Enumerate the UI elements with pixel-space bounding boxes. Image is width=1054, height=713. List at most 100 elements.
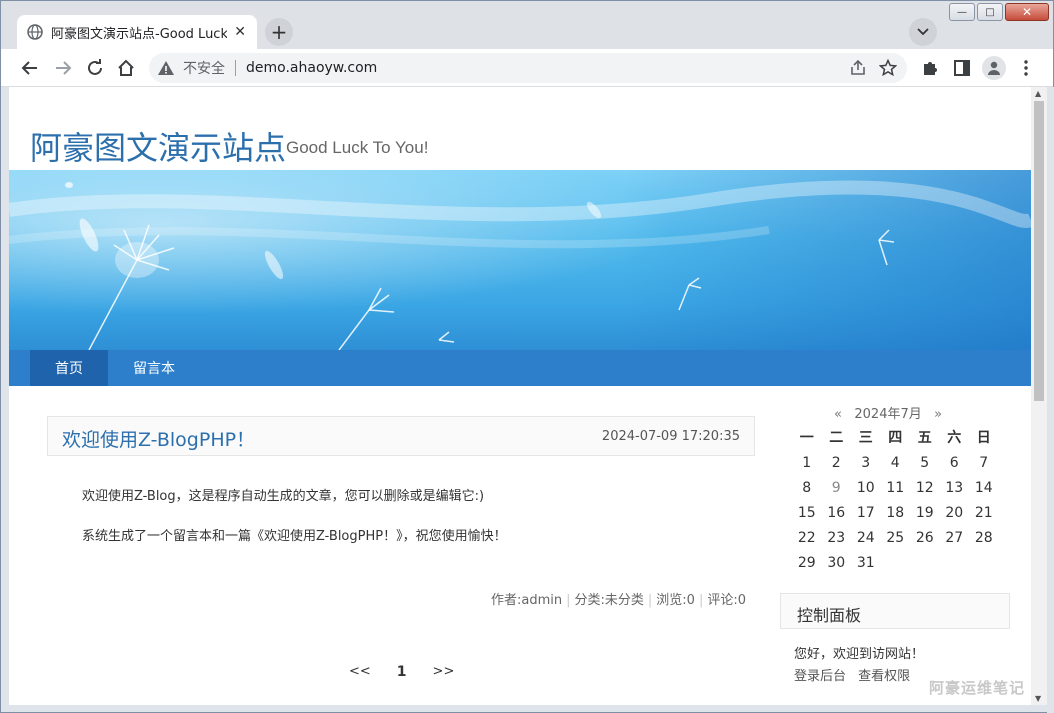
reload-button[interactable]: [82, 55, 108, 81]
address-bar[interactable]: 不安全 demo.ahaoyw.com: [149, 53, 907, 83]
globe-icon: [27, 24, 43, 40]
warning-icon[interactable]: [157, 59, 175, 77]
pager-prev[interactable]: <<: [349, 664, 371, 680]
tab-search-button[interactable]: [909, 18, 937, 46]
post-header: 欢迎使用Z-BlogPHP！ 2024-07-09 17:20:35: [47, 416, 755, 456]
person-icon: [988, 61, 1000, 75]
weekday-label: 一: [799, 430, 814, 446]
calendar-day: 27: [945, 530, 964, 546]
nav-item-home[interactable]: 首页: [30, 350, 108, 386]
tab-close-icon[interactable]: ✕: [233, 24, 247, 40]
calendar-day: 7: [979, 455, 989, 471]
post-category[interactable]: 分类:未分类: [575, 593, 644, 608]
home-button[interactable]: [113, 55, 139, 81]
weekday-label: 日: [976, 430, 991, 446]
minimize-button[interactable]: —: [949, 3, 975, 21]
control-panel-greeting: 您好，欢迎到访网站！: [794, 647, 925, 662]
calendar-day: 22: [797, 530, 816, 546]
calendar-grid: 一 二 三 四 五 六 日 1 2 3 4 5 6 7 8 9 10 11 12…: [792, 428, 999, 578]
browser-window: 阿豪图文演示站点-Good Luck To You! ✕ + — □ ✕: [0, 0, 1054, 713]
reload-icon: [88, 59, 102, 75]
divider: |: [647, 593, 653, 608]
calendar-day: [969, 553, 999, 578]
calendar-day: 12: [915, 480, 934, 496]
scrollbar-thumb[interactable]: [1034, 101, 1044, 401]
scroll-down-arrow-icon[interactable]: ▼: [1035, 694, 1041, 703]
site-header: 阿豪图文演示站点 Good Luck To You!: [9, 87, 1031, 170]
calendar-day: 6: [949, 455, 959, 471]
divider: |: [698, 593, 704, 608]
main-nav: 首页 留言本: [9, 350, 1031, 386]
calendar-day: 20: [945, 505, 964, 521]
page-scrollbar[interactable]: ▲ ▼: [1031, 87, 1047, 705]
post-paragraph: 系统生成了一个留言本和一篇《欢迎使用Z-BlogPHP！》，祝您使用愉快！: [82, 529, 507, 544]
weekday-label: 六: [947, 430, 962, 446]
maximize-button[interactable]: □: [977, 3, 1003, 21]
calendar-prev-month[interactable]: «: [834, 407, 842, 422]
calendar-day: [940, 553, 970, 578]
home-icon: [118, 59, 134, 76]
nav-item-guestbook[interactable]: 留言本: [119, 350, 189, 386]
weekday-label: 四: [888, 430, 903, 446]
pager-next[interactable]: >>: [433, 664, 455, 680]
back-button[interactable]: [17, 55, 43, 81]
header-banner: [9, 170, 1031, 350]
extensions-puzzle-icon[interactable]: [920, 58, 940, 78]
calendar-day: 4: [890, 455, 900, 471]
watermark: 阿豪运维笔记: [929, 679, 1026, 697]
browser-toolbar: 不安全 demo.ahaoyw.com: [1, 49, 1053, 87]
calendar-day: 1: [802, 455, 812, 471]
calendar-day: 28: [974, 530, 993, 546]
calendar-day: 5: [920, 455, 930, 471]
post-author[interactable]: 作者:admin: [491, 593, 562, 608]
tab-active[interactable]: 阿豪图文演示站点-Good Luck To You! ✕: [17, 15, 257, 49]
calendar-day: 25: [886, 530, 905, 546]
side-panel-icon[interactable]: [952, 58, 972, 78]
forward-arrow-icon: [56, 61, 72, 75]
post-date: 2024-07-09 17:20:35: [601, 429, 740, 444]
login-admin-link[interactable]: 登录后台: [794, 669, 846, 684]
calendar-day: 15: [797, 505, 816, 521]
calendar-day: 11: [886, 480, 905, 496]
security-label[interactable]: 不安全: [183, 58, 225, 78]
forward-button[interactable]: [50, 55, 76, 81]
calendar-header: « 2024年7月 »: [834, 403, 942, 422]
weekday-label: 二: [829, 430, 844, 446]
bookmark-star-icon[interactable]: [878, 58, 898, 81]
menu-kebab-icon[interactable]: [1016, 58, 1036, 78]
new-tab-button[interactable]: +: [265, 18, 293, 46]
calendar-day-today[interactable]: 9: [822, 478, 852, 503]
view-permissions-link[interactable]: 查看权限: [858, 669, 910, 684]
scroll-up-arrow-icon[interactable]: ▲: [1035, 89, 1041, 98]
calendar-week: 8 9 10 11 12 13 14: [792, 478, 999, 503]
calendar-day: 17: [856, 505, 875, 521]
share-icon[interactable]: [849, 59, 867, 81]
calendar-next-month[interactable]: »: [934, 407, 942, 422]
post-comments[interactable]: 评论:0: [707, 593, 746, 608]
calendar-week: 22 23 24 25 26 27 28: [792, 528, 999, 553]
site-subtitle: Good Luck To You!: [286, 138, 429, 157]
calendar-day: 23: [827, 530, 846, 546]
close-window-button[interactable]: ✕: [1005, 3, 1049, 21]
calendar-day: 8: [802, 480, 812, 496]
post-title[interactable]: 欢迎使用Z-BlogPHP！: [62, 425, 255, 452]
divider: [235, 60, 236, 76]
pager-current: 1: [396, 664, 407, 680]
calendar-day: [910, 553, 940, 578]
calendar-day: 13: [945, 480, 964, 496]
calendar-day: 3: [861, 455, 871, 471]
post-paragraph: 欢迎使用Z-Blog，这是程序自动生成的文章，您可以删除或是编辑它:): [82, 489, 485, 504]
calendar-day: 31: [856, 555, 875, 571]
tab-strip: 阿豪图文演示站点-Good Luck To You! ✕ + — □ ✕: [1, 1, 1053, 49]
profile-avatar[interactable]: [982, 56, 1006, 80]
site-title[interactable]: 阿豪图文演示站点: [30, 123, 286, 169]
window-controls: — □ ✕: [949, 3, 1049, 21]
calendar-day: 2: [831, 455, 841, 471]
url-text[interactable]: demo.ahaoyw.com: [246, 60, 377, 76]
chevron-down-icon: [917, 28, 929, 36]
control-panel-header: 控制面板: [780, 593, 1010, 629]
calendar-day: 21: [974, 505, 993, 521]
post-meta: 作者:admin | 分类:未分类 | 浏览:0 | 评论:0: [491, 589, 746, 608]
calendar-month: 2024年7月: [854, 407, 922, 422]
calendar-day: 10: [856, 480, 875, 496]
